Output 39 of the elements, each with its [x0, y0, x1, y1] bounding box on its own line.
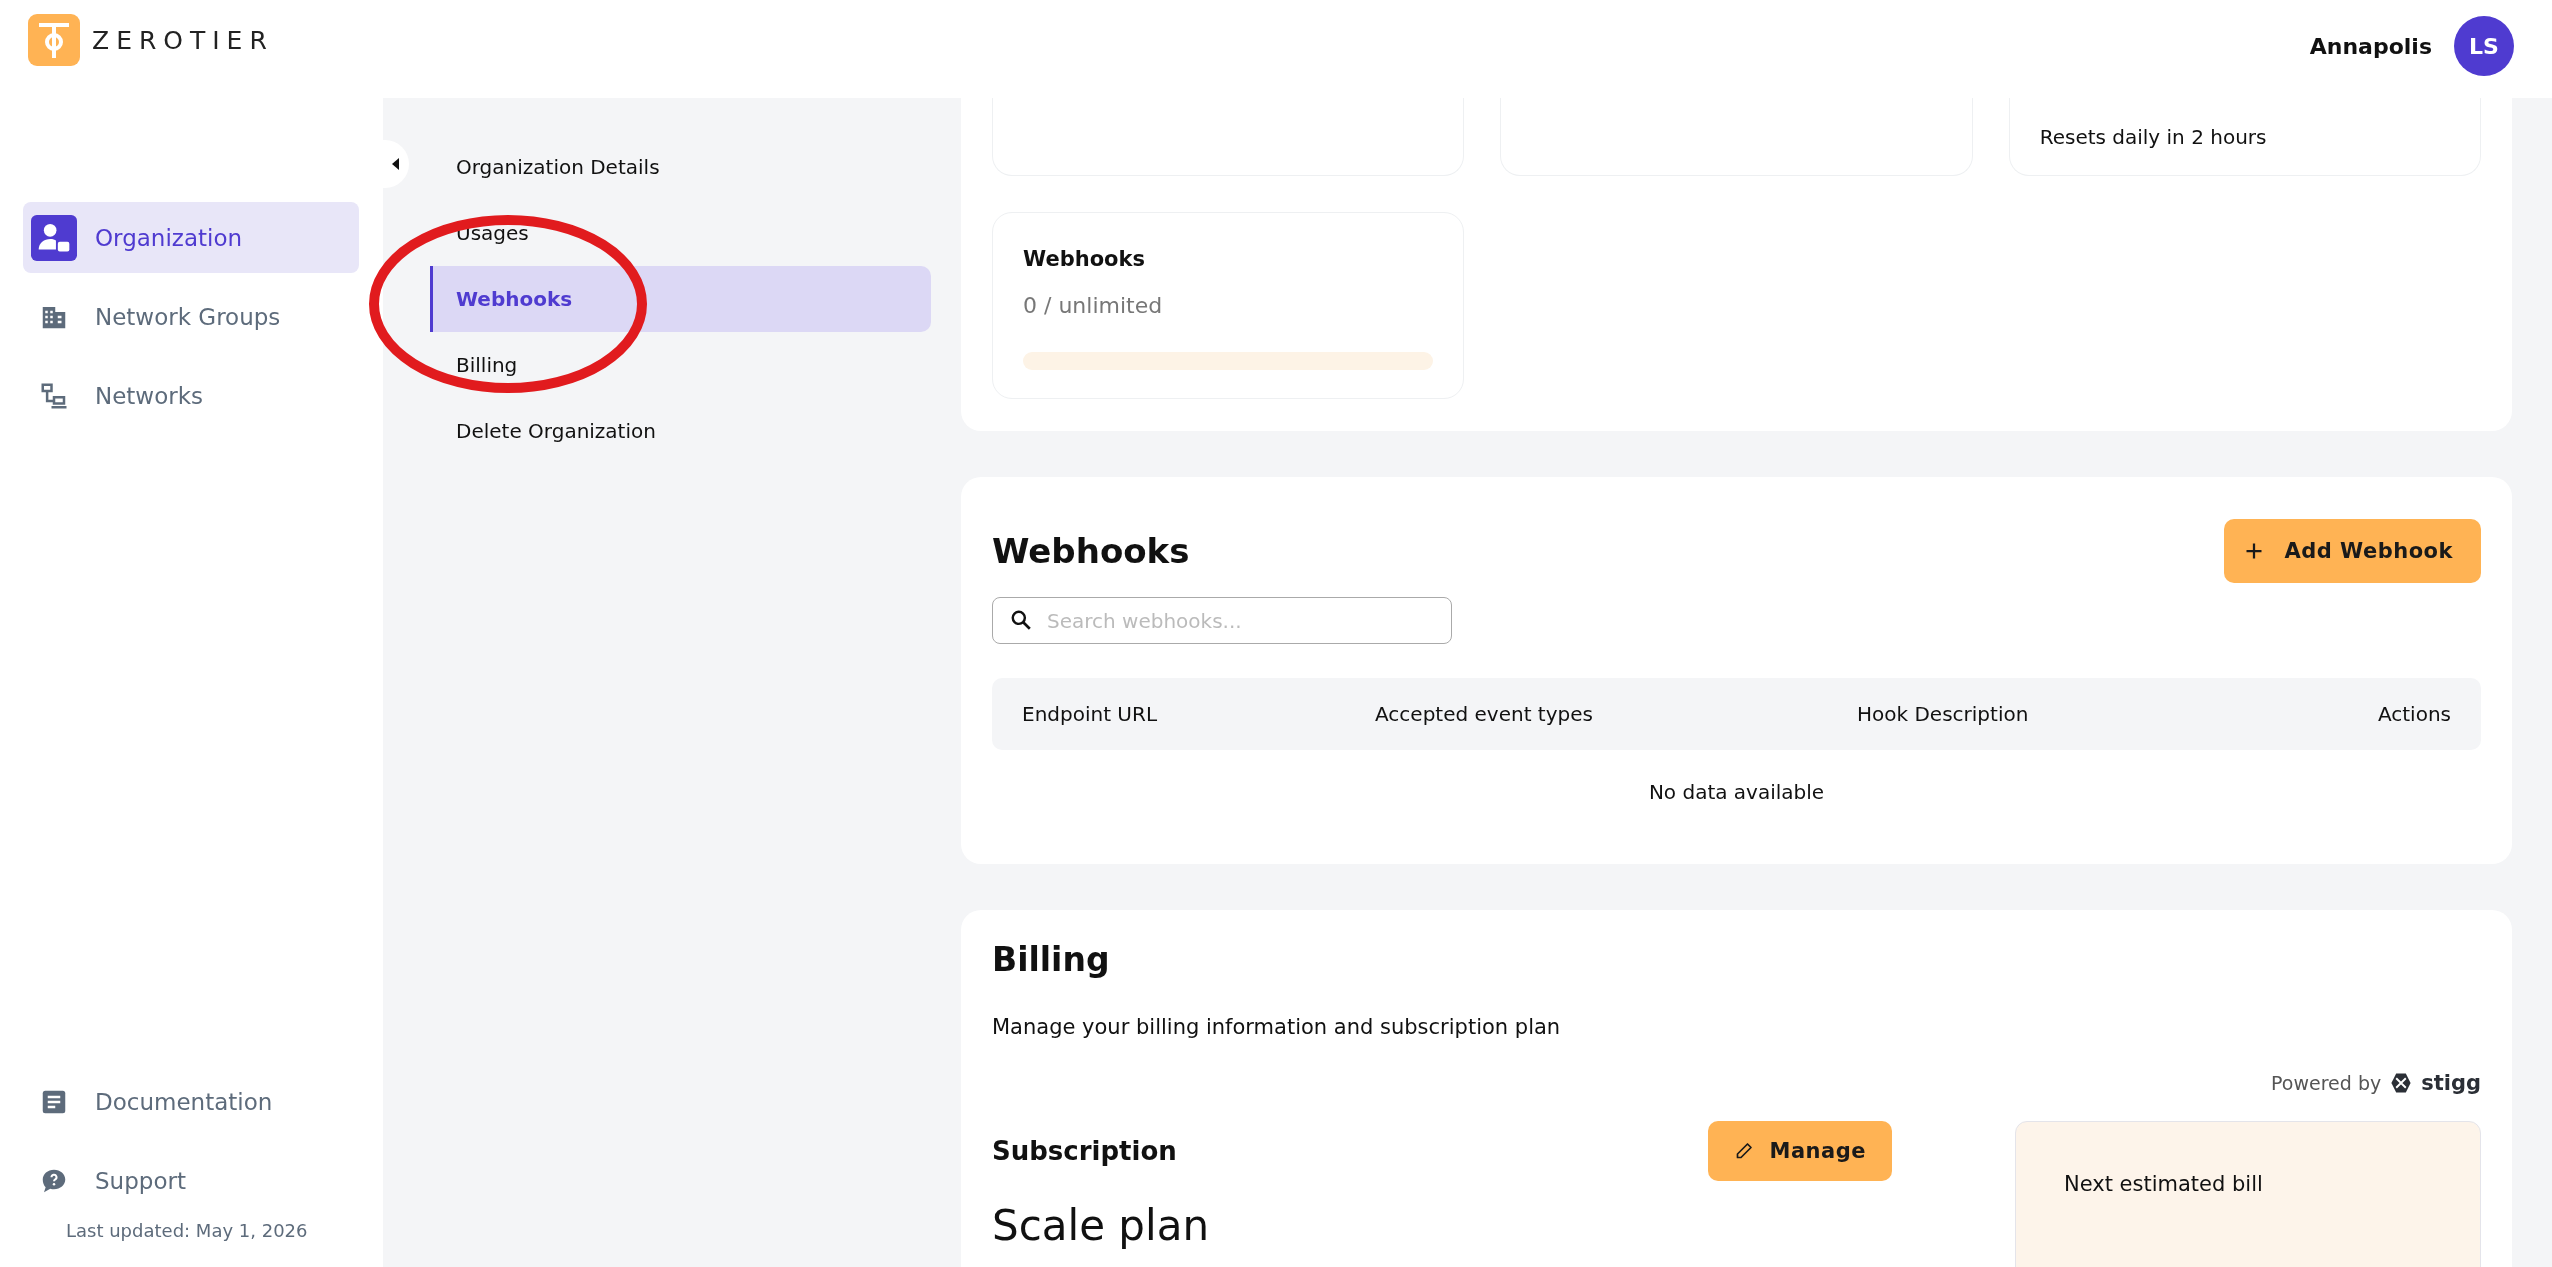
- user-name: Annapolis: [2309, 33, 2432, 59]
- plus-icon: [2244, 541, 2265, 561]
- sidebar-item[interactable]: Networks: [23, 360, 359, 431]
- column-header: Endpoint URL: [1022, 702, 1159, 726]
- billing-description: Manage your billing information and subscription plan: [992, 1015, 1562, 1039]
- sidebar-link[interactable]: Documentation: [23, 1066, 359, 1137]
- column-header: Accepted event types: [1375, 702, 1594, 726]
- reset-note: Resets daily in 2 hours: [2039, 124, 2267, 149]
- section-title: Billing: [992, 940, 1111, 979]
- brand-name: ZEROTIER: [92, 25, 274, 55]
- subnav-item[interactable]: Billing: [430, 332, 931, 398]
- usage-reading: 0 / unlimited: [1023, 293, 1164, 318]
- user-avatar[interactable]: LS: [2454, 16, 2514, 76]
- subscription-title: Subscription: [992, 1136, 1177, 1166]
- logo-icon: [28, 14, 80, 66]
- powered-by-label: Powered by: [2271, 1072, 2382, 1094]
- search-field[interactable]: Search webhooks...: [992, 597, 1452, 644]
- sidebar-item[interactable]: Network Groups: [23, 281, 359, 352]
- subnav-item[interactable]: Organization Details: [430, 134, 931, 200]
- vendor-name: stigg: [2421, 1071, 2481, 1095]
- next-bill-title: Next estimated bill: [2064, 1172, 2263, 1196]
- section-title: Webhooks: [992, 531, 1190, 571]
- user-lock-icon: [31, 214, 77, 261]
- caret-icon: [392, 158, 400, 170]
- subnav-item[interactable]: Usages: [430, 200, 931, 266]
- column-header: Actions: [2377, 702, 2451, 726]
- empty-message: No data available: [1647, 780, 1826, 804]
- last-updated: Last updated: May 1, 2026: [65, 1220, 309, 1241]
- sidebar-link[interactable]: Support: [23, 1145, 359, 1216]
- plan-name: Scale plan: [992, 1201, 1211, 1250]
- add-webhook-button[interactable]: Add Webhook: [2224, 519, 2481, 583]
- tile-title: Webhooks: [1023, 247, 1146, 271]
- subnav-item[interactable]: Webhooks: [430, 266, 931, 332]
- search-icon: [1010, 609, 1032, 631]
- collapse-toggle[interactable]: [383, 140, 409, 188]
- column-header: Hook Description: [1857, 702, 2030, 726]
- sidebar-item[interactable]: Organization: [23, 202, 359, 273]
- manage-button[interactable]: Manage: [1707, 1121, 1892, 1181]
- subnav-item[interactable]: Delete Organization: [430, 398, 931, 464]
